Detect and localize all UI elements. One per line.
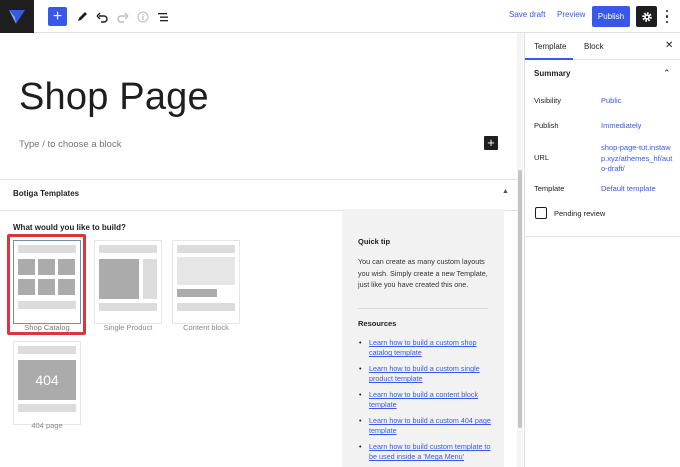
info-icon[interactable] [135,7,151,26]
block-placeholder[interactable]: Type / to choose a block [19,139,121,150]
template-label: Content block [183,323,229,332]
publish-button[interactable]: Publish [592,6,630,27]
publish-date-value[interactable]: Immediately [601,121,677,132]
quick-tip-panel: Quick tip You can create as many custom … [342,209,504,467]
404-thumbnail-text: 404 [18,360,76,400]
summary-heading[interactable]: Summary [534,69,570,78]
scrollbar-thumb[interactable] [518,170,522,428]
resource-link[interactable]: Learn how to build custom template to be… [358,442,498,462]
visibility-value[interactable]: Public [601,96,677,107]
url-value[interactable]: shop-page-tut.instawp.xyz/athemes_hf/aut… [601,143,675,175]
edit-tool-icon[interactable] [74,7,90,26]
tab-block[interactable]: Block [584,42,604,51]
redo-icon[interactable] [115,7,131,26]
template-label: 404 page [31,421,63,430]
list-view-icon[interactable] [155,7,171,26]
selected-template-highlight [7,234,86,335]
pending-review-checkbox[interactable] [535,207,547,219]
block-inserter-icon[interactable]: + [484,136,498,150]
preview-button[interactable]: Preview [557,10,585,19]
quick-tip-text: You can create as many custom layouts yo… [358,257,488,289]
settings-gear-icon[interactable] [636,6,657,27]
active-tab-indicator [525,58,573,60]
divider [525,236,680,237]
resource-link[interactable]: Learn how to build a content block templ… [358,390,498,410]
template-single-product[interactable] [94,240,162,324]
pending-review-label[interactable]: Pending review [554,209,605,218]
divider [358,308,488,309]
quick-tip-title: Quick tip [358,237,391,246]
template-label: Template [534,184,565,193]
page-title[interactable]: Shop Page [19,76,209,119]
visibility-label: Visibility [534,96,561,105]
resource-link[interactable]: Learn how to build a custom shop catalog… [358,338,498,358]
close-icon[interactable]: ✕ [665,40,673,51]
sidebar-tabs: Template Block ✕ [525,33,680,60]
wordpress-logo-icon[interactable] [0,0,34,33]
template-label: Single Product [103,323,153,332]
save-draft-button[interactable]: Save draft [509,10,545,19]
template-content-block[interactable] [172,240,240,324]
chevron-up-icon[interactable]: ⌃ [663,68,671,79]
resources-title: Resources [358,319,397,328]
add-block-icon[interactable]: + [48,7,67,26]
resource-link[interactable]: Learn how to build a custom 404 page tem… [358,416,498,436]
publish-label: Publish [534,121,559,130]
undo-icon[interactable] [94,7,110,26]
editor-toolbar: + Save draft Preview Publish [0,0,680,33]
resource-link[interactable]: Learn how to build a custom single produ… [358,364,498,384]
resources-list: Learn how to build a custom shop catalog… [358,338,498,467]
more-options-icon[interactable] [662,8,672,25]
template-404-page[interactable]: 404 [13,341,81,425]
url-label: URL [534,153,550,162]
tab-template[interactable]: Template [534,42,566,51]
metabox-title[interactable]: Botiga Templates [13,189,79,198]
template-value[interactable]: Default template [601,184,677,195]
collapse-caret-icon[interactable]: ▲ [502,188,509,195]
settings-sidebar: Template Block ✕ Summary ⌃ Visibility Pu… [524,33,680,467]
build-question: What would you like to build? [13,223,126,232]
